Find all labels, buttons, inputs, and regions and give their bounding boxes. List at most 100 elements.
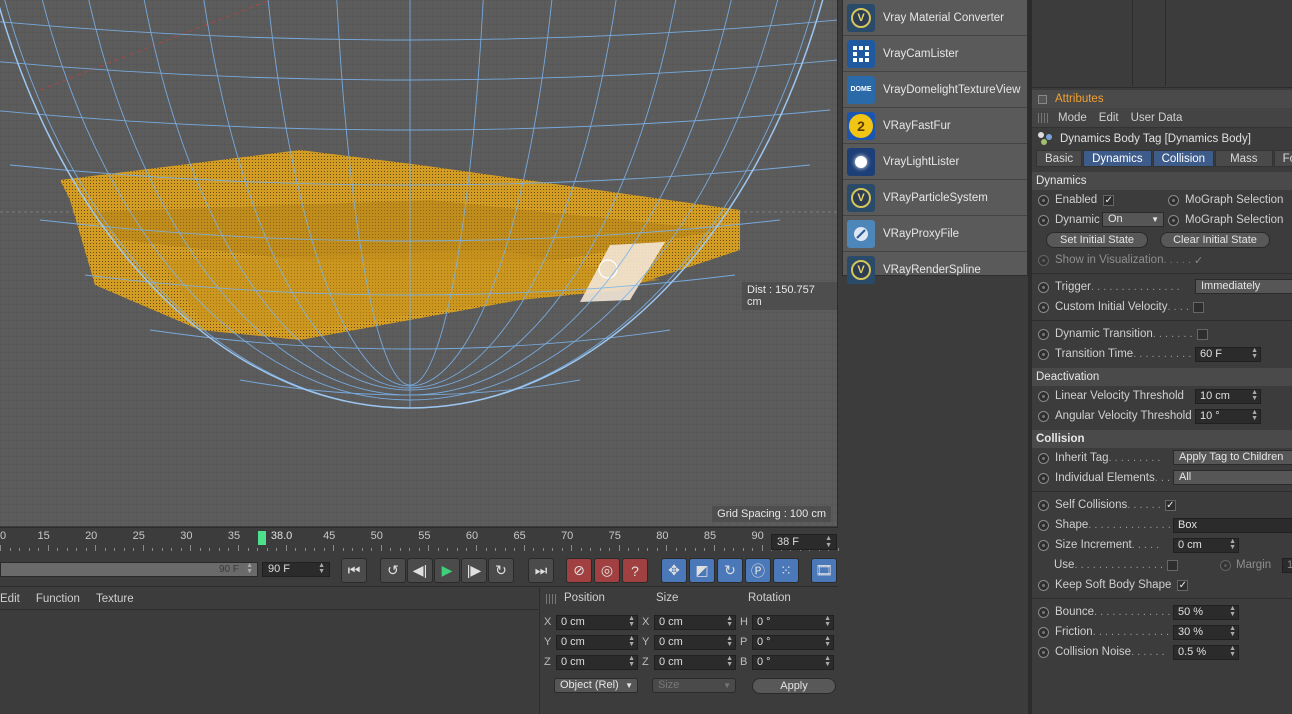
individual-elements-dropdown[interactable]: All [1173,470,1292,485]
coordinate-mode-dropdown[interactable]: Object (Rel) ▼ [554,678,638,693]
menu-material-edit[interactable]: Edit [0,593,20,605]
film-strip-button[interactable]: 🎞 [811,558,837,583]
menu-mode[interactable]: Mode [1058,112,1087,124]
keyframe-radio-icon[interactable] [1168,214,1179,226]
menu-material-texture[interactable]: Texture [96,593,134,605]
shape-dropdown[interactable]: Box [1173,518,1292,533]
keyframe-radio-icon[interactable] [1168,194,1179,206]
keyframe-radio-icon[interactable] [1038,519,1049,531]
keyframe-radio-icon[interactable] [1038,626,1049,638]
check-icon[interactable]: ✓ [1194,254,1203,267]
next-frame-button[interactable]: |▶ [461,558,487,583]
size-z-field[interactable]: 0 cm ▲ ▼ [654,655,736,670]
section-dynamics[interactable]: Dynamics [1032,172,1292,190]
keyframe-radio-icon[interactable] [1038,281,1049,293]
3d-viewport[interactable]: Dist : 150.757 cm Grid Spacing : 100 cm [0,0,838,526]
tab-dynamics[interactable]: Dynamics [1083,150,1152,167]
plugin-item-material-converter[interactable]: V Vray Material Converter [843,0,1027,36]
dynamic-transition-checkbox[interactable] [1196,328,1208,340]
autokey-button[interactable]: ◎ [594,558,620,583]
plugin-item-light-lister[interactable]: VrayLightLister [843,144,1027,180]
transition-time-field[interactable]: 60 F ▲ ▼ [1195,347,1261,362]
previous-key-button[interactable]: ↺ [380,558,406,583]
margin-field[interactable]: 1 [1282,558,1292,573]
rotation-p-field[interactable]: 0 ° ▲ ▼ [752,635,834,650]
next-key-button[interactable]: ↻ [488,558,514,583]
go-to-start-button[interactable]: ⏮ [341,558,367,583]
plugin-item-cam-lister[interactable]: VrayCamLister [843,36,1027,72]
record-keys-button[interactable]: ⊘ [566,558,592,583]
timeline-ruler[interactable]: 0 15 20 25 30 35 38.0 45 50 55 60 65 70 75 80 85 90 38 F… [0,527,839,555]
position-y-field[interactable]: 0 cm ▲ ▼ [556,635,638,650]
menu-material-function[interactable]: Function [36,593,80,605]
apply-button[interactable]: Apply [752,678,836,694]
attributes-title-bar[interactable]: Attributes [1032,90,1292,108]
keyframe-radio-icon[interactable] [1038,646,1049,658]
tab-force[interactable]: For [1273,150,1292,167]
bounce-field[interactable]: 50 % ▲ ▼ [1173,605,1239,620]
current-frame-field[interactable]: 38 F ▲ ▼ [771,534,837,550]
keyframe-radio-icon[interactable] [1038,452,1049,464]
keyframe-radio-icon[interactable] [1038,301,1049,313]
collision-noise-field[interactable]: 0.5 % ▲ ▼ [1173,645,1239,660]
angular-threshold-field[interactable]: 10 ° ▲ ▼ [1195,409,1261,424]
section-collision[interactable]: Collision [1032,430,1292,448]
keyframe-radio-icon[interactable] [1038,579,1049,591]
previous-frame-button[interactable]: ◀| [407,558,433,583]
size-mode-dropdown[interactable]: Size ▼ [652,678,736,693]
tab-collision[interactable]: Collision [1152,150,1215,167]
self-collisions-checkbox[interactable]: ✓ [1164,499,1176,511]
keyframe-radio-icon[interactable] [1038,348,1049,360]
use-checkbox[interactable] [1167,559,1179,571]
preview-range-slider[interactable]: 90 F ▲ ▼ [0,562,258,577]
keyframe-radio-icon[interactable] [1038,390,1049,402]
plugin-item-particle-system[interactable]: V VRayParticleSystem [843,180,1027,216]
keyframe-radio-icon[interactable] [1038,214,1049,226]
tab-mass[interactable]: Mass [1215,150,1273,167]
plugin-item-fast-fur[interactable]: 2 VRayFastFur [843,108,1027,144]
keep-soft-body-checkbox[interactable]: ✓ [1177,579,1189,591]
section-deactivation[interactable]: Deactivation [1032,368,1292,386]
clear-initial-state-button[interactable]: Clear Initial State [1160,232,1270,248]
keyframe-radio-icon[interactable] [1038,194,1049,206]
plugin-item-render-spline[interactable]: V VRayRenderSpline [843,252,1027,288]
size-increment-field[interactable]: 0 cm ▲ ▼ [1173,538,1239,553]
size-y-field[interactable]: 0 cm ▲ ▼ [654,635,736,650]
tab-basic[interactable]: Basic [1036,150,1083,167]
enabled-checkbox[interactable]: ✓ [1103,194,1115,206]
keyframe-radio-icon[interactable] [1038,499,1049,511]
scale-key-button[interactable]: ◩ [689,558,715,583]
rotation-h-field[interactable]: 0 ° ▲ ▼ [752,615,834,630]
keyframe-radio-icon[interactable] [1038,472,1049,484]
rotation-b-field[interactable]: 0 ° ▲ ▼ [752,655,834,670]
panel-toggle-icon[interactable] [1038,94,1047,104]
menu-edit[interactable]: Edit [1099,112,1119,124]
position-x-field[interactable]: 0 cm ▲ ▼ [556,615,638,630]
friction-field[interactable]: 30 % ▲ ▼ [1173,625,1239,640]
plugin-item-proxy-file[interactable]: VRayProxyFile [843,216,1027,252]
set-initial-state-button[interactable]: Set Initial State [1046,232,1148,248]
keyframe-radio-icon[interactable] [1038,254,1049,266]
linear-threshold-field[interactable]: 10 cm ▲ ▼ [1195,389,1261,404]
playhead[interactable] [258,531,266,545]
keyframe-radio-icon[interactable] [1038,410,1049,422]
go-to-end-button[interactable]: ⏭ [528,558,554,583]
plugin-item-domelight[interactable]: DOME VrayDomelightTextureView [843,72,1027,108]
position-z-field[interactable]: 0 cm ▲ ▼ [556,655,638,670]
move-key-button[interactable]: ✥ [661,558,687,583]
keyframe-radio-icon[interactable] [1038,539,1049,551]
pla-key-button[interactable]: ⁙ [773,558,799,583]
custom-velocity-checkbox[interactable] [1192,301,1204,313]
material-manager-area[interactable] [0,611,538,714]
keyframe-radio-icon[interactable] [1038,328,1049,340]
param-key-button[interactable]: Ⓟ [745,558,771,583]
trigger-dropdown[interactable]: Immediately [1195,279,1292,294]
keyframe-selection-button[interactable]: ? [622,558,648,583]
dynamic-dropdown[interactable]: On ▼ [1102,212,1164,227]
menu-user-data[interactable]: User Data [1131,112,1183,124]
end-frame-field[interactable]: 90 F ▲ ▼ [262,562,330,577]
keyframe-radio-icon[interactable] [1038,606,1049,618]
rotate-key-button[interactable]: ↻ [717,558,743,583]
size-x-field[interactable]: 0 cm ▲ ▼ [654,615,736,630]
keyframe-radio-icon[interactable] [1220,559,1231,571]
